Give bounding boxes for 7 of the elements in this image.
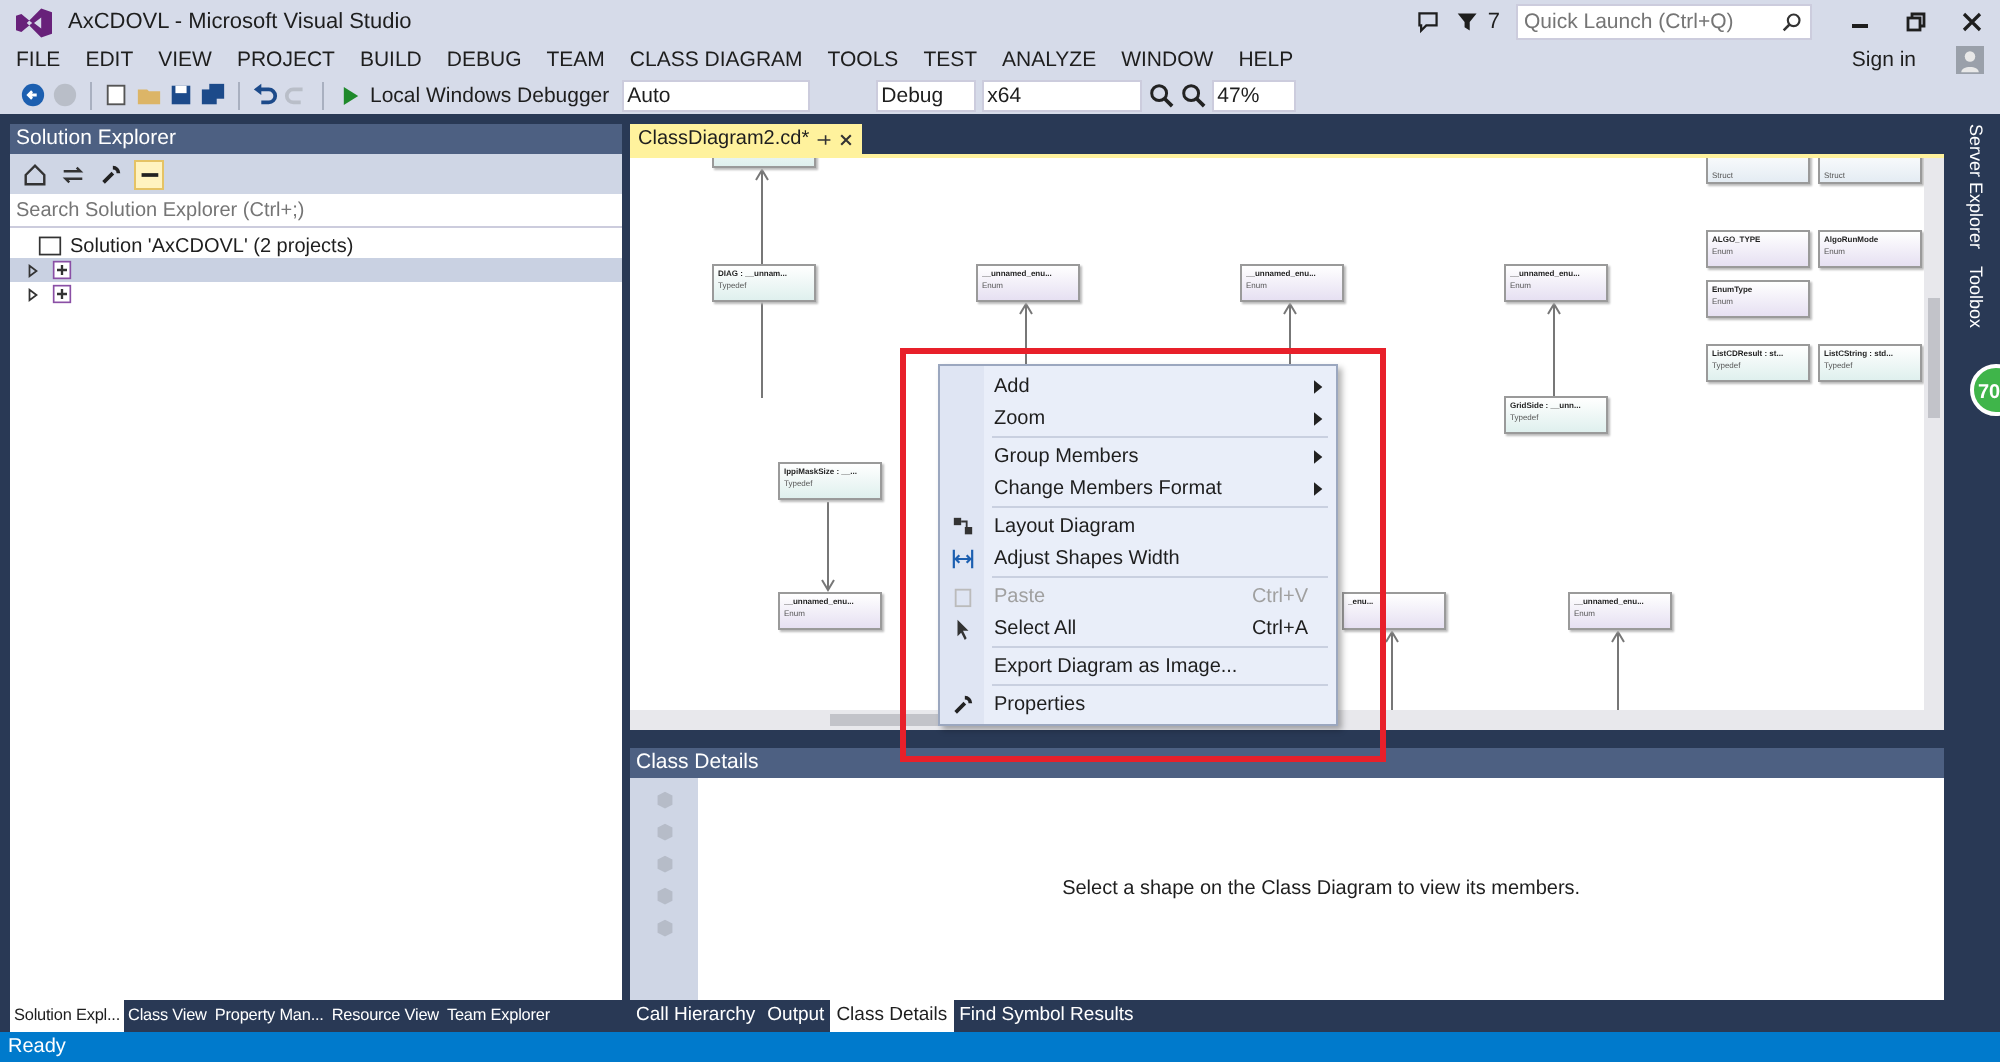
window-title: AxCDOVL - Microsoft Visual Studio	[68, 10, 412, 34]
empty-message: Select a shape on the Class Diagram to view its members.	[1062, 878, 1581, 900]
panel-title: Class Details	[636, 750, 759, 774]
status-text: Ready	[8, 1036, 66, 1058]
panel-title: Solution Explorer	[16, 126, 176, 150]
score-badge: 70	[1970, 364, 2000, 416]
notification-count: 7	[1487, 10, 1500, 34]
